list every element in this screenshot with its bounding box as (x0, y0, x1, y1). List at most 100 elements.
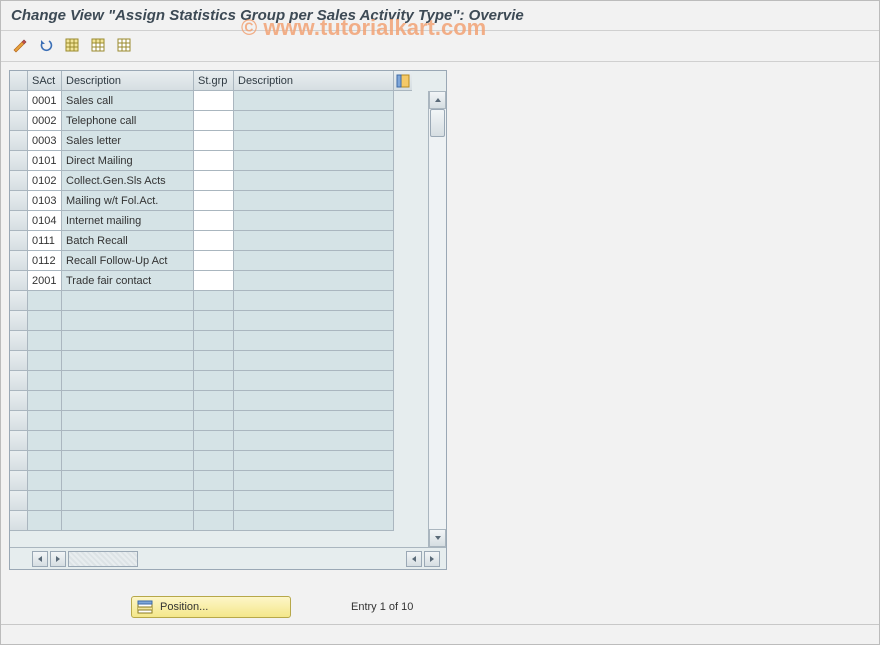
cell-sact[interactable] (28, 471, 62, 491)
cell-sact[interactable]: 0101 (28, 151, 62, 171)
cell-sact[interactable] (28, 291, 62, 311)
undo-icon (38, 37, 54, 53)
cell-sact[interactable] (28, 511, 62, 531)
cell-description-2 (234, 311, 394, 331)
row-selector[interactable] (10, 351, 28, 371)
cell-stgrp[interactable] (194, 231, 234, 251)
scroll-track[interactable] (429, 109, 446, 529)
cell-description (62, 371, 194, 391)
cell-stgrp[interactable] (194, 371, 234, 391)
cell-sact[interactable] (28, 311, 62, 331)
row-selector[interactable] (10, 231, 28, 251)
cell-sact[interactable]: 0001 (28, 91, 62, 111)
row-selector[interactable] (10, 311, 28, 331)
row-selector[interactable] (10, 511, 28, 531)
table-configure-button[interactable] (394, 71, 412, 91)
row-selector[interactable] (10, 211, 28, 231)
row-selector[interactable] (10, 451, 28, 471)
cell-sact[interactable] (28, 411, 62, 431)
cell-sact[interactable]: 0103 (28, 191, 62, 211)
row-selector[interactable] (10, 271, 28, 291)
row-selector[interactable] (10, 131, 28, 151)
row-selector[interactable] (10, 291, 28, 311)
cell-description: Trade fair contact (62, 271, 194, 291)
cell-stgrp[interactable] (194, 451, 234, 471)
table-corner[interactable] (10, 71, 28, 91)
table-row: 0112Recall Follow-Up Act (10, 251, 446, 271)
row-selector[interactable] (10, 251, 28, 271)
cell-stgrp[interactable] (194, 351, 234, 371)
cell-sact[interactable] (28, 431, 62, 451)
cell-description: Collect.Gen.Sls Acts (62, 171, 194, 191)
row-selector[interactable] (10, 151, 28, 171)
col-header-desc1[interactable]: Description (62, 71, 194, 91)
col-header-sact[interactable]: SAct (28, 71, 62, 91)
cell-stgrp[interactable] (194, 391, 234, 411)
cell-stgrp[interactable] (194, 471, 234, 491)
col-header-stgrp[interactable]: St.grp (194, 71, 234, 91)
vertical-scrollbar[interactable] (428, 91, 446, 547)
cell-sact[interactable] (28, 371, 62, 391)
cell-sact[interactable]: 0104 (28, 211, 62, 231)
row-selector[interactable] (10, 371, 28, 391)
cell-stgrp[interactable] (194, 411, 234, 431)
cell-description: Sales call (62, 91, 194, 111)
cell-stgrp[interactable] (194, 491, 234, 511)
cell-stgrp[interactable] (194, 271, 234, 291)
cell-stgrp[interactable] (194, 131, 234, 151)
position-button[interactable]: Position... (131, 596, 291, 618)
cell-sact[interactable]: 0112 (28, 251, 62, 271)
scroll-right-button-2[interactable] (424, 551, 440, 567)
cell-stgrp[interactable] (194, 251, 234, 271)
cell-sact[interactable]: 0003 (28, 131, 62, 151)
cell-stgrp[interactable] (194, 191, 234, 211)
cell-sact[interactable]: 0102 (28, 171, 62, 191)
table-row (10, 491, 446, 511)
cell-stgrp[interactable] (194, 211, 234, 231)
scroll-left-button[interactable] (32, 551, 48, 567)
scroll-left-button-2[interactable] (406, 551, 422, 567)
cell-sact[interactable]: 0111 (28, 231, 62, 251)
row-selector[interactable] (10, 491, 28, 511)
row-selector[interactable] (10, 471, 28, 491)
cell-stgrp[interactable] (194, 331, 234, 351)
cell-stgrp[interactable] (194, 111, 234, 131)
cell-stgrp[interactable] (194, 311, 234, 331)
row-selector[interactable] (10, 411, 28, 431)
cell-sact[interactable] (28, 331, 62, 351)
cell-stgrp[interactable] (194, 431, 234, 451)
scroll-h-track[interactable] (68, 551, 138, 567)
cell-sact[interactable] (28, 451, 62, 471)
other-view-button[interactable] (35, 35, 57, 55)
cell-sact[interactable] (28, 391, 62, 411)
row-selector[interactable] (10, 431, 28, 451)
cell-sact[interactable]: 2001 (28, 271, 62, 291)
app-toolbar (1, 31, 879, 59)
scroll-right-button[interactable] (50, 551, 66, 567)
cell-description (62, 511, 194, 531)
select-block-button[interactable] (87, 35, 109, 55)
row-selector[interactable] (10, 391, 28, 411)
cell-sact[interactable]: 0002 (28, 111, 62, 131)
cell-stgrp[interactable] (194, 151, 234, 171)
cell-sact[interactable] (28, 351, 62, 371)
cell-description (62, 451, 194, 471)
row-selector[interactable] (10, 111, 28, 131)
deselect-all-button[interactable] (113, 35, 135, 55)
cell-sact[interactable] (28, 491, 62, 511)
scroll-up-button[interactable] (429, 91, 446, 109)
toggle-display-change-button[interactable] (9, 35, 31, 55)
row-selector[interactable] (10, 171, 28, 191)
cell-stgrp[interactable] (194, 511, 234, 531)
cell-stgrp[interactable] (194, 91, 234, 111)
col-header-desc2[interactable]: Description (234, 71, 394, 91)
table-row (10, 411, 446, 431)
row-selector[interactable] (10, 191, 28, 211)
scroll-thumb[interactable] (430, 109, 445, 137)
select-all-button[interactable] (61, 35, 83, 55)
cell-stgrp[interactable] (194, 291, 234, 311)
cell-stgrp[interactable] (194, 171, 234, 191)
row-selector[interactable] (10, 331, 28, 351)
row-selector[interactable] (10, 91, 28, 111)
scroll-down-button[interactable] (429, 529, 446, 547)
